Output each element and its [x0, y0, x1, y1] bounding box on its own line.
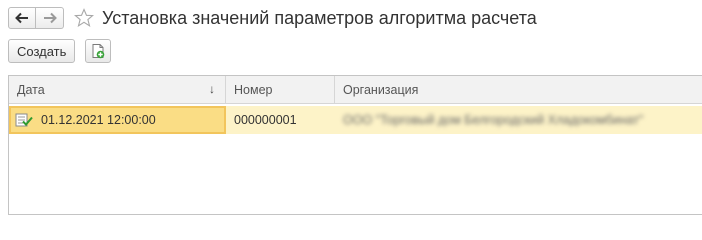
create-button[interactable]: Создать [8, 39, 76, 63]
arrow-left-icon [15, 12, 28, 24]
forward-button[interactable] [36, 7, 64, 29]
column-header-label: Дата [17, 82, 45, 97]
favorite-button[interactable] [74, 8, 94, 28]
cell-date[interactable]: 01.12.2021 12:00:00 [9, 106, 226, 134]
date-value: 01.12.2021 12:00:00 [41, 113, 156, 127]
copy-document-icon [92, 44, 105, 59]
column-header-number[interactable]: Номер [226, 76, 335, 103]
back-button[interactable] [8, 7, 36, 29]
document-posted-icon [15, 113, 33, 127]
arrow-right-icon [43, 12, 57, 24]
title-bar: Установка значений параметров алгоритма … [8, 6, 537, 30]
copy-button[interactable] [85, 39, 112, 63]
star-icon [74, 8, 94, 28]
command-bar: Создать [8, 39, 112, 63]
column-header-date[interactable]: Дата ↓ [9, 76, 226, 103]
page-title: Установка значений параметров алгоритма … [102, 7, 537, 28]
table-row[interactable]: 01.12.2021 12:00:00 000000001 ООО "Торго… [9, 106, 702, 134]
sort-descending-icon: ↓ [209, 82, 215, 96]
documents-table[interactable]: Дата ↓ Номер Организация 01.12.2021 12:0… [8, 75, 702, 215]
column-header-label: Номер [234, 82, 273, 97]
cell-number[interactable]: 000000001 [226, 106, 335, 134]
table-header: Дата ↓ Номер Организация [9, 76, 702, 104]
cell-organization[interactable]: ООО "Торговый дом Белгородский Хладокомб… [335, 106, 702, 134]
column-header-organization[interactable]: Организация [335, 76, 702, 103]
column-header-label: Организация [343, 82, 419, 97]
organization-value: ООО "Торговый дом Белгородский Хладокомб… [343, 113, 644, 127]
number-value: 000000001 [234, 113, 297, 127]
